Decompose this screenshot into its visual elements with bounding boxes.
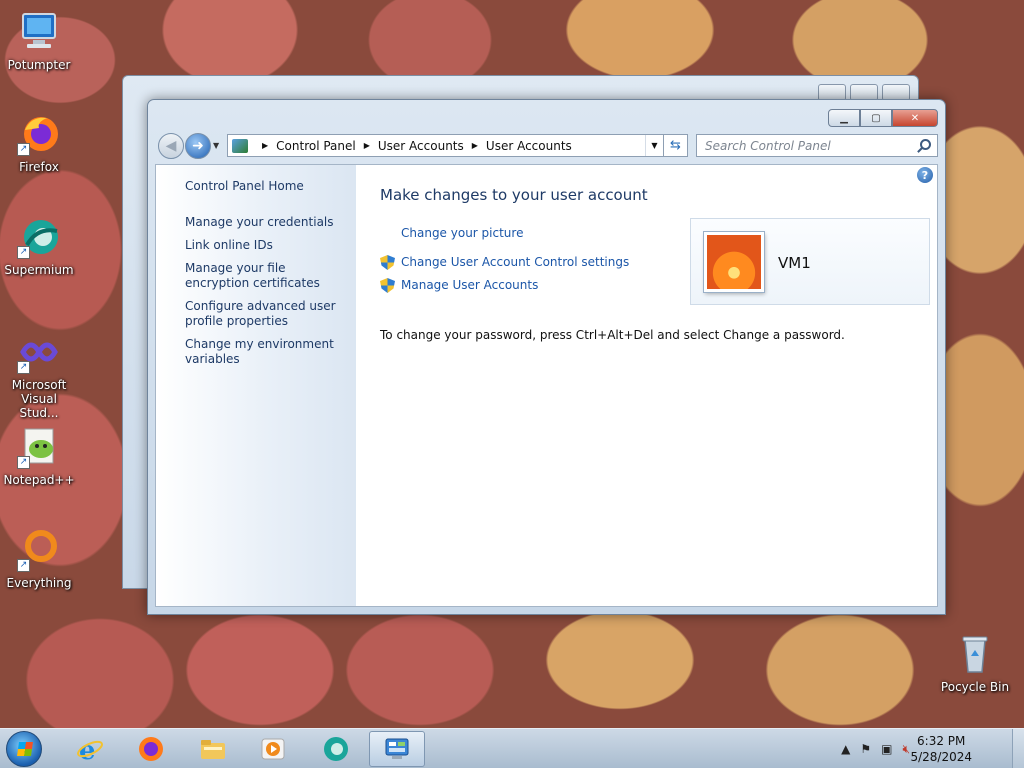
breadcrumb-separator-icon[interactable]: ▶: [364, 141, 370, 150]
taskbar-control-panel[interactable]: [369, 731, 425, 767]
breadcrumb-user-accounts-current[interactable]: User Accounts: [486, 139, 572, 153]
uac-shield-icon: [380, 255, 395, 270]
taskbar-supermium[interactable]: [308, 731, 364, 767]
change-uac-settings-link[interactable]: Change User Account Control settings: [401, 255, 629, 269]
user-accounts-window[interactable]: ▁ ▢ ✕ ◀ ➜ ▼ ▶ Control Panel ▶ User Accou…: [147, 99, 946, 615]
desktop-icon-potumpter[interactable]: Potumpter: [0, 10, 78, 72]
search-box[interactable]: [696, 134, 938, 157]
notepadpp-icon: ↗: [17, 425, 61, 469]
desktop-icon-label: Notepad++: [0, 473, 78, 487]
windows-logo-icon: [17, 742, 33, 756]
shortcut-arrow-icon: ↗: [17, 559, 30, 572]
navigation-bar: ◀ ➜ ▼ ▶ Control Panel ▶ User Accounts ▶ …: [156, 133, 938, 159]
content-area: Control Panel Home Manage your credentia…: [155, 164, 938, 607]
uac-shield-icon: [380, 278, 395, 293]
control-panel-icon: [383, 735, 411, 763]
clock[interactable]: 6:32 PM 5/28/2024: [910, 733, 972, 765]
back-arrow-icon: ◀: [166, 138, 177, 154]
desktop-icon-recycle-bin[interactable]: Pocycle Bin: [936, 632, 1014, 694]
internet-explorer-icon: e: [76, 735, 104, 763]
change-picture-link[interactable]: Change your picture: [401, 226, 523, 240]
desktop-icon-label: Supermium: [0, 263, 78, 277]
firefox-icon: [136, 735, 164, 763]
task-sidebar: Control Panel Home Manage your credentia…: [156, 165, 356, 606]
taskbar: e ▲ ⚑ ▣ 🔇︎ 6:32 PM 5/28/2024: [0, 728, 1024, 768]
desktop-icon-visual-studio[interactable]: ↗ Microsoft Visual Stud...: [0, 330, 78, 420]
manage-credentials-link[interactable]: Manage your credentials: [185, 215, 350, 230]
firefox-icon: ↗: [17, 112, 61, 156]
recent-pages-dropdown[interactable]: ▼: [213, 141, 219, 150]
search-input[interactable]: [697, 135, 907, 156]
file-encryption-certificates-link[interactable]: Manage your file encryption certificates: [185, 261, 350, 291]
close-icon: ✕: [911, 113, 919, 124]
media-player-icon: [259, 735, 287, 763]
advanced-profile-properties-link[interactable]: Configure advanced user profile properti…: [185, 299, 350, 329]
close-button[interactable]: ✕: [892, 109, 938, 127]
back-button[interactable]: ◀: [158, 133, 184, 159]
help-icon[interactable]: ?: [917, 167, 933, 183]
taskbar-firefox[interactable]: [122, 731, 178, 767]
desktop-icon-firefox[interactable]: ↗ Firefox: [0, 112, 78, 174]
visual-studio-icon: ↗: [17, 330, 61, 374]
network-icon[interactable]: ▣: [881, 742, 892, 756]
shortcut-arrow-icon: ↗: [17, 456, 30, 469]
volume-muted-icon[interactable]: 🔇︎: [902, 742, 910, 757]
desktop-icon-everything[interactable]: ↗ Everything: [0, 528, 78, 590]
computer-icon: [17, 10, 61, 54]
minimize-button[interactable]: ▁: [828, 109, 860, 127]
forward-arrow-icon: ➜: [192, 138, 204, 154]
link-online-ids-link[interactable]: Link online IDs: [185, 238, 350, 253]
password-info-text: To change your password, press Ctrl+Alt+…: [380, 328, 845, 342]
refresh-button[interactable]: ⇆: [664, 134, 688, 157]
minimize-icon: ▁: [840, 113, 848, 124]
refresh-icon: ⇆: [670, 138, 681, 153]
breadcrumb-user-accounts[interactable]: User Accounts: [378, 139, 464, 153]
control-panel-home-link[interactable]: Control Panel Home: [185, 179, 350, 194]
maximize-icon: ▢: [871, 113, 880, 124]
shortcut-arrow-icon: ↗: [17, 246, 30, 259]
recycle-bin-icon: [953, 632, 997, 676]
desktop-icon-notepadpp[interactable]: ↗ Notepad++: [0, 425, 78, 487]
shortcut-arrow-icon: ↗: [17, 143, 30, 156]
control-panel-icon: [232, 139, 248, 153]
desktop-icon-label: Everything: [0, 576, 78, 590]
breadcrumb-control-panel[interactable]: Control Panel: [276, 139, 356, 153]
environment-variables-link[interactable]: Change my environment variables: [185, 337, 350, 367]
taskbar-internet-explorer[interactable]: e: [62, 731, 118, 767]
desktop-icon-supermium[interactable]: ↗ Supermium: [0, 215, 78, 277]
manage-user-accounts-link[interactable]: Manage User Accounts: [401, 278, 538, 292]
page-title: Make changes to your user account: [380, 186, 648, 204]
account-name: VM1: [778, 254, 811, 272]
folder-icon: [199, 735, 227, 763]
desktop-icon-label: Microsoft Visual Stud...: [0, 378, 78, 420]
desktop-icon-label: Potumpter: [0, 58, 78, 72]
shortcut-arrow-icon: ↗: [17, 361, 30, 374]
account-card: VM1: [690, 218, 930, 305]
user-picture[interactable]: [704, 232, 764, 292]
main-panel: ? Make changes to your user account Chan…: [356, 165, 937, 606]
breadcrumb-separator-icon[interactable]: ▶: [262, 141, 268, 150]
show-desktop-button[interactable]: [1012, 729, 1024, 768]
action-center-flag-icon[interactable]: ⚑: [860, 742, 871, 756]
taskbar-file-explorer[interactable]: [185, 731, 241, 767]
address-bar[interactable]: ▶ Control Panel ▶ User Accounts ▶ User A…: [227, 134, 664, 157]
search-icon[interactable]: [920, 139, 931, 150]
everything-search-icon: ↗: [17, 528, 61, 572]
desktop-icon-label: Firefox: [0, 160, 78, 174]
supermium-icon: ↗: [17, 215, 61, 259]
forward-button[interactable]: ➜: [185, 133, 211, 159]
show-hidden-icons-icon[interactable]: ▲: [841, 742, 850, 756]
maximize-button[interactable]: ▢: [860, 109, 892, 127]
start-button[interactable]: [6, 731, 42, 767]
desktop-icon-label: Pocycle Bin: [936, 680, 1014, 694]
supermium-icon: [322, 735, 350, 763]
clock-date: 5/28/2024: [910, 749, 972, 765]
clock-time: 6:32 PM: [910, 733, 972, 749]
address-dropdown-icon[interactable]: ▼: [645, 135, 663, 156]
breadcrumb-separator-icon[interactable]: ▶: [472, 141, 478, 150]
taskbar-media-player[interactable]: [245, 731, 301, 767]
